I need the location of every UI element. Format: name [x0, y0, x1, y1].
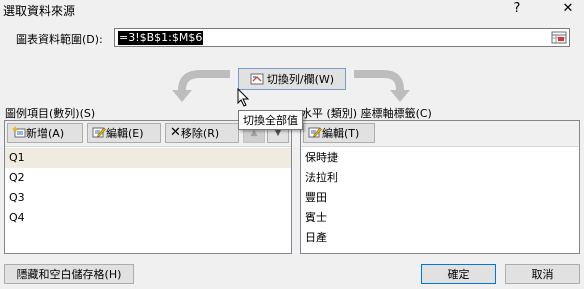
list-item[interactable]: 豐田 [301, 188, 579, 208]
ok-button[interactable]: 確定 [421, 264, 496, 284]
chart-range-input[interactable]: =3!$B$1:$M$6 [114, 28, 570, 47]
list-item[interactable]: Q3 [5, 188, 291, 208]
list-item[interactable]: 賓士 [301, 208, 579, 228]
switch-tooltip: 切換全部值 [238, 110, 303, 130]
cancel-button[interactable]: 取消 [505, 264, 580, 284]
axis-labels-label: 水平 (類別) 座標軸標籤(C) [301, 107, 432, 120]
axis-toolbar: 編輯(T) [301, 121, 579, 147]
chart-range-value: =3!$B$1:$M$6 [118, 31, 204, 45]
edit-icon [92, 126, 106, 141]
switch-row-column-button[interactable]: 切換列/欄(W) [238, 68, 346, 90]
remove-series-label: 移除(R) [180, 127, 220, 140]
close-button[interactable]: ✕ [556, 0, 580, 18]
remove-icon: ✕ [170, 125, 181, 140]
hidden-empty-cells-button[interactable]: 隱藏和空白儲存格(H) [4, 264, 134, 284]
list-item[interactable]: 法拉利 [301, 168, 579, 188]
edit-series-button[interactable]: 編輯(E) [87, 123, 161, 143]
edit-icon [308, 126, 322, 141]
axis-labels-panel: 編輯(T) 保時捷 法拉利 豐田 賓士 日產 [300, 120, 580, 254]
list-item[interactable]: Q2 [5, 168, 291, 188]
legend-entries-panel: 新增(A) 編輯(E) ✕ 移除(R) ▲ ▼ Q1 Q2 Q3 Q4 [4, 120, 292, 254]
list-item[interactable]: 保時捷 [301, 148, 579, 168]
switch-icon [250, 73, 264, 85]
list-item[interactable]: Q1 [5, 148, 291, 168]
add-icon [12, 125, 26, 141]
curved-arrow-right-icon [354, 70, 410, 102]
add-series-label: 新增(A) [26, 127, 65, 140]
legend-entries-list: Q1 Q2 Q3 Q4 [5, 148, 291, 228]
add-series-button[interactable]: 新增(A) [7, 123, 83, 143]
help-button[interactable]: ? [505, 0, 529, 18]
chart-range-label: 圖表資料範圍(D): [16, 33, 103, 46]
collapse-range-icon[interactable] [550, 30, 568, 45]
remove-series-button[interactable]: ✕ 移除(R) [165, 123, 239, 143]
list-item[interactable]: 日產 [301, 228, 579, 248]
curved-arrow-left-icon [172, 70, 230, 102]
edit-axis-labels-label: 編輯(T) [322, 127, 360, 140]
legend-entries-label: 圖例項目(數列)(S) [5, 107, 96, 120]
edit-axis-labels-button[interactable]: 編輯(T) [303, 123, 375, 143]
switch-row-column-label: 切換列/欄(W) [266, 73, 335, 86]
axis-labels-list: 保時捷 法拉利 豐田 賓士 日產 [301, 148, 579, 248]
edit-series-label: 編輯(E) [106, 127, 144, 140]
dialog-title: 選取資料來源 [3, 4, 76, 18]
mouse-cursor-icon [237, 88, 250, 107]
list-item[interactable]: Q4 [5, 208, 291, 228]
